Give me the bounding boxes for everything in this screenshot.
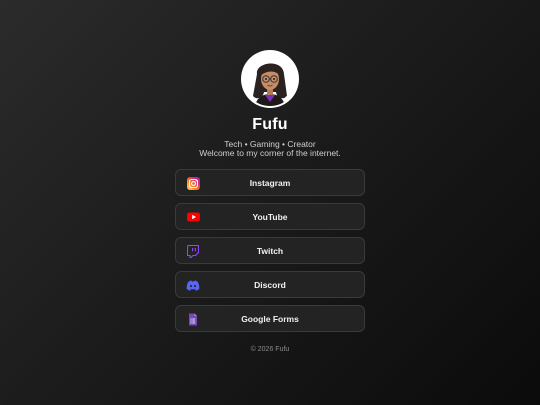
youtube-link-button[interactable]: YouTube: [175, 203, 365, 230]
link-list: Instagram YouTube Twitch Discord Google …: [175, 169, 365, 339]
instagram-label: Instagram: [249, 178, 291, 188]
twitch-link-button[interactable]: Twitch: [175, 237, 365, 264]
link-page: Fufu Tech • Gaming • Creator Welcome to …: [0, 0, 540, 405]
avatar: [243, 52, 297, 106]
twitch-label: Twitch: [256, 246, 284, 256]
avatar-illustration: [243, 52, 297, 106]
footer-copyright: © 2026 Fufu: [250, 346, 290, 353]
instagram-link-button[interactable]: Instagram: [175, 169, 365, 196]
google-forms-label: Google Forms: [241, 314, 299, 324]
profile-welcome: Welcome to my corner of the internet.: [199, 148, 341, 158]
discord-label: Discord: [254, 280, 286, 290]
profile-name: Fufu: [252, 116, 288, 133]
youtube-label: YouTube: [252, 212, 288, 222]
discord-link-button[interactable]: Discord: [175, 271, 365, 298]
google-forms-link-button[interactable]: Google Forms: [175, 305, 365, 332]
